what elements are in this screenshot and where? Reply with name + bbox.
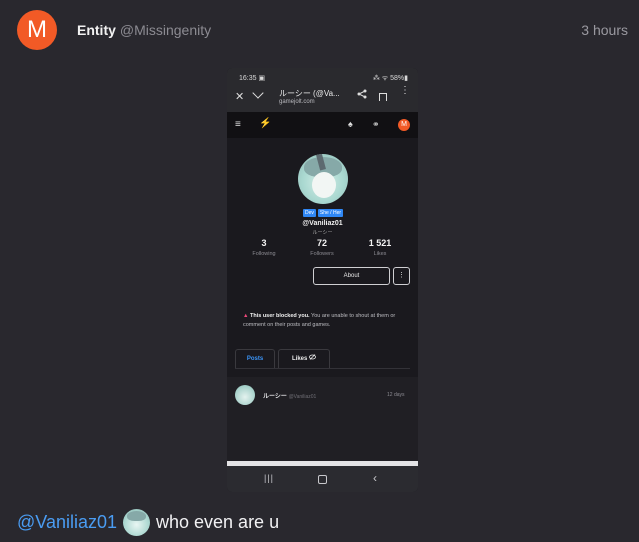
bookmark-icon bbox=[379, 93, 387, 101]
tab-posts: Posts bbox=[235, 349, 275, 369]
profile-display-name: ルーシー bbox=[312, 230, 333, 236]
profile-tags: Dev She / Her bbox=[300, 209, 346, 217]
tab-likes-label: Likes bbox=[291, 356, 308, 362]
user-mention-link[interactable]: @Vaniliaz01 bbox=[17, 512, 117, 533]
menu-icon: ≡ bbox=[235, 119, 241, 130]
chevron-down-icon bbox=[252, 87, 264, 99]
recent-apps-icon: ||| bbox=[264, 473, 275, 483]
share-icon bbox=[357, 89, 367, 102]
stat-value: 3 bbox=[261, 238, 267, 248]
warning-icon: ▲ bbox=[243, 313, 249, 319]
phone-nav-bar: ||| ‹ bbox=[227, 466, 418, 492]
about-button: About bbox=[313, 267, 390, 285]
browser-page-title: ルーシー (@Va... bbox=[279, 89, 340, 98]
feed-post-handle: @Vaniliaz01 bbox=[288, 394, 317, 400]
attached-screenshot[interactable]: 16:35 ▣ ⁂ ᯤ 58%▮ ✕ ルーシー (@Va... gamejolt… bbox=[227, 68, 418, 492]
tag-badge: She / Her bbox=[317, 209, 344, 217]
gamejolt-logo-icon: ⚡ bbox=[259, 118, 272, 129]
stat-label: Followers bbox=[310, 251, 334, 257]
author-handle[interactable]: @Missingenity bbox=[120, 22, 211, 38]
blocked-notice: ▲ This user blocked you. You are unable … bbox=[243, 312, 407, 330]
author-avatar[interactable]: M bbox=[17, 10, 57, 50]
tree-icon: ♠ bbox=[348, 119, 353, 129]
more-icon: ⋮ bbox=[400, 85, 410, 96]
feed-post-avatar bbox=[235, 385, 255, 405]
blocked-title: This user blocked you. bbox=[249, 313, 310, 319]
feed-post-author: ルーシー @Vaniliaz01 bbox=[263, 391, 316, 400]
status-time: 16:35 ▣ bbox=[239, 75, 266, 82]
browser-toolbar: ✕ ルーシー (@Va... gamejolt.com ⋮ bbox=[227, 82, 418, 112]
comment-text: who even are u bbox=[156, 511, 280, 532]
profile-username: @Vaniliaz01 bbox=[302, 220, 343, 227]
stat-followers: 72 Followers bbox=[297, 238, 347, 257]
post-comment: @Vaniliaz01 who even are u bbox=[17, 508, 280, 536]
stat-likes: 1 521 Likes bbox=[355, 238, 405, 257]
people-icon: ⚭ bbox=[372, 119, 380, 129]
post-header: Entity @Missingenity bbox=[77, 22, 211, 38]
close-icon: ✕ bbox=[235, 91, 245, 103]
feed-area bbox=[227, 377, 418, 462]
eye-off-icon bbox=[309, 354, 316, 360]
stat-label: Following bbox=[252, 251, 276, 257]
author-name[interactable]: Entity bbox=[77, 22, 116, 38]
nav-avatar: M bbox=[398, 119, 410, 131]
profile-avatar bbox=[298, 154, 348, 204]
tab-likes: Likes bbox=[278, 349, 330, 369]
more-options-button: ⋮ bbox=[393, 267, 410, 285]
user-avatar-emoji bbox=[123, 508, 150, 536]
feed-post-age: 12 days bbox=[387, 392, 405, 398]
tag-badge: Dev bbox=[302, 209, 316, 217]
site-nav: ≡ ⚡ ♠ ⚭ M bbox=[227, 112, 418, 138]
stat-following: 3 Following bbox=[239, 238, 289, 257]
back-icon: ‹ bbox=[373, 471, 377, 485]
stat-value: 72 bbox=[316, 238, 327, 248]
post-timestamp: 3 hours bbox=[581, 22, 628, 38]
stat-value: 1 521 bbox=[368, 238, 392, 248]
stat-label: Likes bbox=[373, 251, 387, 257]
feed-post-user: ルーシー bbox=[263, 394, 287, 400]
tabs-divider bbox=[235, 368, 410, 369]
browser-url: gamejolt.com bbox=[279, 99, 315, 105]
home-icon bbox=[318, 475, 327, 484]
